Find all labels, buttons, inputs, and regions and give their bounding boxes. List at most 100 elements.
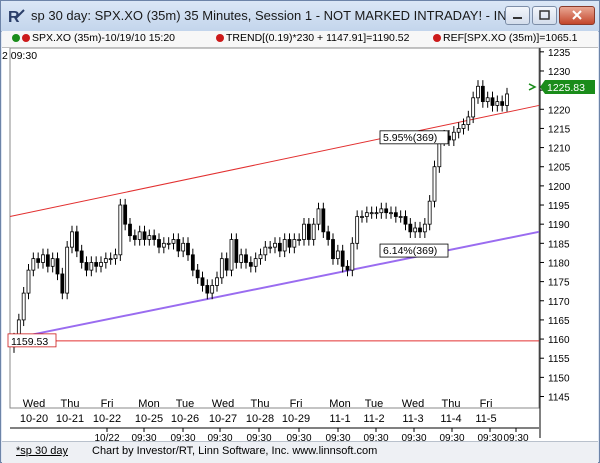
price-bar[interactable] — [277, 242, 282, 252]
price-bar[interactable] — [157, 239, 161, 248]
price-bar[interactable] — [99, 262, 103, 267]
price-bar[interactable] — [186, 242, 190, 256]
price-bar[interactable] — [461, 124, 466, 129]
upper-channel-line[interactable] — [9, 104, 540, 217]
price-bar[interactable] — [398, 216, 403, 218]
price-bar[interactable] — [403, 216, 408, 225]
chart-area[interactable]: 1235123012251220121512101205120011951190… — [2, 47, 598, 444]
price-bar[interactable] — [74, 231, 79, 252]
price-bar[interactable] — [200, 277, 205, 286]
price-bar[interactable] — [432, 166, 437, 202]
price-bar[interactable] — [422, 223, 427, 233]
price-bar[interactable] — [335, 250, 340, 260]
price-bar[interactable] — [326, 231, 331, 240]
price-bar[interactable] — [205, 285, 210, 294]
price-bar[interactable] — [345, 265, 350, 271]
price-bar[interactable] — [476, 85, 480, 99]
price-bar[interactable] — [282, 239, 287, 252]
price-bar[interactable] — [413, 227, 418, 233]
minimize-button[interactable] — [505, 6, 530, 25]
price-bar[interactable] — [466, 116, 471, 125]
price-bar[interactable] — [128, 223, 132, 237]
price-bar[interactable] — [379, 208, 384, 214]
price-bar[interactable] — [408, 223, 413, 233]
price-bar[interactable] — [123, 204, 128, 225]
price-bar[interactable] — [311, 223, 316, 240]
price-bar[interactable] — [161, 242, 166, 248]
price-bar[interactable] — [113, 254, 118, 260]
price-bar[interactable] — [166, 242, 171, 245]
price-bar[interactable] — [350, 242, 355, 271]
chart-app-icon[interactable]: R — [7, 7, 25, 25]
price-bar[interactable] — [287, 239, 292, 248]
price-bar[interactable] — [171, 239, 176, 244]
price-bar[interactable] — [360, 216, 364, 218]
close-button[interactable] — [559, 6, 595, 25]
legend-ref[interactable]: REF[SPX.XO (35m)]=1065.1 — [433, 32, 578, 44]
price-bar[interactable] — [36, 258, 41, 263]
price-bar[interactable] — [471, 97, 476, 118]
price-bar[interactable] — [142, 231, 147, 240]
price-bar[interactable] — [331, 239, 335, 260]
price-bar[interactable] — [306, 223, 311, 240]
title-bar[interactable]: R sp 30 day: SPX.XO (35m) 35 Minutes, Se… — [1, 1, 599, 32]
price-bar[interactable] — [505, 93, 509, 106]
price-bar[interactable] — [495, 101, 500, 106]
price-bar[interactable] — [268, 246, 273, 249]
price-bar[interactable] — [490, 97, 495, 106]
price-bar[interactable] — [21, 292, 26, 321]
price-bar[interactable] — [50, 258, 55, 267]
price-bar[interactable] — [137, 231, 142, 240]
price-bar[interactable] — [132, 235, 137, 240]
price-bar[interactable] — [340, 250, 345, 267]
price-bar[interactable] — [234, 239, 239, 263]
price-bar[interactable] — [210, 285, 215, 294]
price-bar[interactable] — [190, 254, 195, 271]
price-bar[interactable] — [253, 258, 258, 267]
price-bar[interactable] — [45, 254, 50, 267]
price-bar[interactable] — [374, 212, 379, 215]
price-bar[interactable] — [60, 273, 65, 294]
price-bar[interactable] — [263, 246, 268, 256]
price-chart[interactable]: 1235123012251220121512101205120011951190… — [2, 47, 598, 444]
price-bar[interactable] — [393, 212, 398, 217]
price-bar[interactable] — [147, 235, 152, 240]
price-bar[interactable] — [389, 212, 393, 215]
price-bar[interactable] — [219, 258, 224, 279]
price-bar[interactable] — [31, 258, 36, 271]
price-bar[interactable] — [480, 85, 485, 103]
price-bar[interactable] — [427, 200, 432, 225]
price-bar[interactable] — [176, 239, 181, 252]
price-bar[interactable] — [55, 258, 60, 275]
price-bar[interactable] — [215, 277, 219, 286]
price-bar[interactable] — [94, 262, 99, 267]
price-bar[interactable] — [355, 216, 360, 244]
price-bar[interactable] — [103, 258, 108, 263]
price-bar[interactable] — [70, 231, 74, 248]
price-bar[interactable] — [369, 212, 374, 215]
price-bar[interactable] — [224, 258, 229, 271]
price-bar[interactable] — [500, 101, 505, 106]
price-bar[interactable] — [302, 223, 306, 240]
price-bar[interactable] — [195, 269, 200, 279]
price-bar[interactable] — [418, 227, 422, 233]
price-bar[interactable] — [41, 254, 45, 263]
price-bar[interactable] — [229, 239, 234, 271]
price-bar[interactable] — [451, 131, 456, 141]
price-bar[interactable] — [65, 246, 70, 294]
price-bar[interactable] — [118, 204, 123, 256]
price-bar[interactable] — [244, 254, 248, 263]
price-bar[interactable] — [248, 262, 253, 267]
price-bar[interactable] — [456, 128, 461, 133]
price-bar[interactable] — [181, 242, 186, 252]
chart-tab[interactable]: *sp 30 day — [16, 445, 68, 457]
price-bar[interactable] — [364, 212, 369, 217]
price-bar[interactable] — [108, 258, 113, 261]
price-bar[interactable] — [384, 208, 389, 214]
price-bar[interactable] — [79, 250, 84, 263]
price-bar[interactable] — [292, 239, 297, 248]
price-bar[interactable] — [152, 235, 157, 240]
legend-price[interactable]: SPX.XO (35m)-10/19/10 15:20 — [12, 32, 175, 44]
price-bar[interactable] — [89, 262, 94, 271]
legend-trend[interactable]: TREND[(0.19)*230 + 1147.91]=1190.52 — [216, 32, 409, 44]
